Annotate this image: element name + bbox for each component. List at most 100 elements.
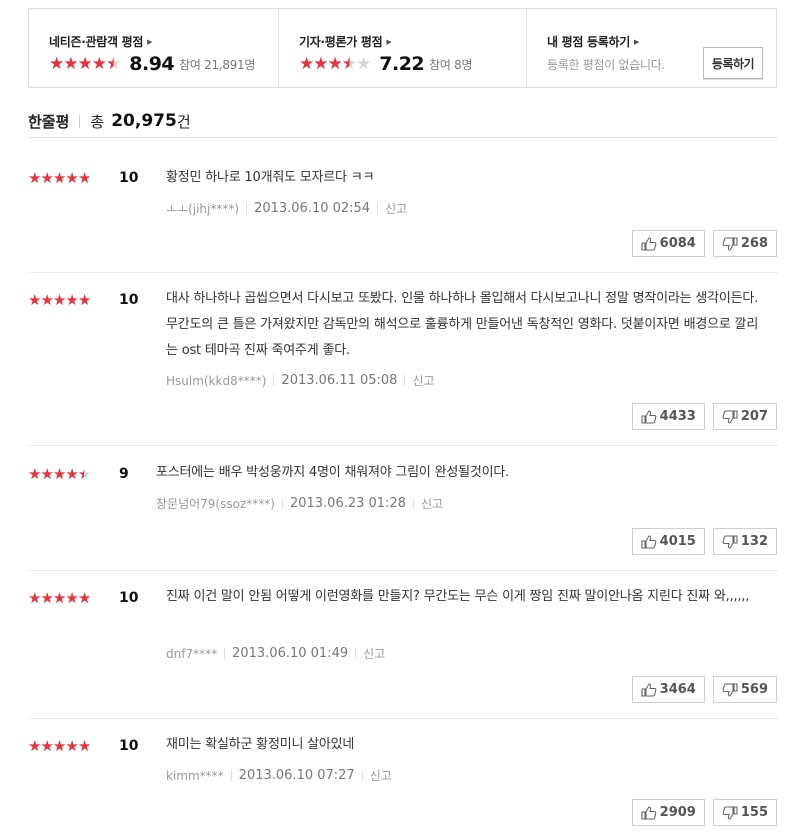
review-star-rating: ★★★★★	[28, 291, 91, 309]
my-score-title: 내 평점 등록하기	[547, 35, 630, 49]
thumbs-up-icon	[641, 682, 657, 697]
report-link[interactable]: 신고	[412, 372, 434, 389]
like-button[interactable]: 4015	[631, 528, 705, 555]
report-link[interactable]: 신고	[370, 767, 392, 784]
my-score-description: 등록한 평점이 없습니다.	[547, 58, 665, 72]
dislike-button[interactable]: 155	[712, 799, 777, 826]
review-score: 9	[119, 466, 129, 482]
chevron-right-icon: ▶	[633, 37, 640, 46]
dislike-button[interactable]: 132	[712, 528, 777, 555]
review-text: 황정민 하나로 10개줘도 모자르다 ㅋㅋ	[166, 170, 375, 185]
review-date: 2013.06.10 07:27	[238, 768, 355, 783]
dislike-count: 132	[740, 534, 768, 549]
critic-star-rating: ★★★★★	[299, 54, 371, 74]
review-text: 대사 하나하나 곱씹으면서 다시보고 또봤다. 인물 하나하나 몰입해서 다시보…	[166, 291, 759, 358]
star-icon: ★	[77, 169, 91, 187]
star-icon: ★	[77, 737, 91, 755]
review-text: 진짜 이건 말이 안됨 어떻게 이런영화를 만들지? 무간도는 무슨 이게 짱임…	[166, 589, 750, 604]
critic-score-section: 기자·평론가 평점 ▶ ★★★★★ 7.22 참여 8명	[278, 9, 526, 87]
report-link[interactable]: 신고	[421, 495, 443, 512]
review-meta: dnf7**** 2013.06.10 01:49 신고	[166, 645, 385, 662]
vote-buttons: 4433 207	[631, 403, 777, 430]
audience-score-value: 8.94	[129, 53, 175, 75]
star-icon: ★	[52, 169, 66, 187]
dislike-button[interactable]: 207	[712, 403, 777, 430]
star-icon: ★	[341, 54, 357, 74]
review-item: ★★★★★ 10 대사 하나하나 곱씹으면서 다시보고 또봤다. 인물 하나하나…	[28, 273, 777, 446]
like-button[interactable]: 2909	[631, 799, 705, 826]
star-icon: ★	[40, 465, 53, 483]
report-link[interactable]: 신고	[385, 200, 407, 217]
star-icon: ★	[77, 54, 93, 74]
like-button[interactable]: 4433	[631, 403, 705, 430]
thumbs-up-icon	[641, 409, 657, 424]
star-icon: ★	[28, 465, 41, 483]
star-icon: ★	[63, 54, 78, 74]
review-author[interactable]: Hsulm(kkd8****)	[166, 374, 266, 388]
review-author[interactable]: ㅗㅗ(jihj****)	[166, 200, 239, 217]
review-item: ★★★★★ 10 재미는 확실하군 황정미니 살아있네 kimm**** 201…	[28, 719, 777, 833]
star-icon: ★	[65, 589, 78, 607]
star-icon: ★	[40, 589, 53, 607]
audience-star-rating: ★★★★★	[49, 54, 121, 74]
star-icon: ★	[356, 54, 371, 74]
register-score-button[interactable]: 등록하기	[703, 47, 763, 79]
review-meta: kimm**** 2013.06.10 07:27 신고	[166, 767, 392, 784]
star-icon: ★	[52, 465, 66, 483]
review-date: 2013.06.10 02:54	[254, 201, 371, 216]
like-button[interactable]: 6084	[631, 230, 705, 257]
vote-buttons: 6084 268	[631, 230, 777, 257]
audience-participants: 참여 21,891명	[179, 57, 256, 72]
star-icon: ★	[65, 737, 78, 755]
critic-score-link[interactable]: 기자·평론가 평점 ▶	[299, 33, 392, 50]
star-icon: ★	[28, 169, 41, 187]
review-author[interactable]: kimm****	[166, 769, 224, 783]
review-star-rating: ★★★★★	[28, 589, 91, 607]
my-score-section: 내 평점 등록하기 ▶ 등록한 평점이 없습니다. 등록하기	[526, 9, 776, 87]
dislike-count: 268	[740, 236, 768, 251]
dislike-button[interactable]: 569	[712, 676, 777, 703]
audience-score-link[interactable]: 네티즌·관람객 평점 ▶	[49, 33, 152, 50]
score-summary-box: 네티즌·관람객 평점 ▶ ★★★★★ 8.94 참여 21,891명 기자·평론…	[28, 8, 777, 88]
review-score: 10	[119, 170, 139, 186]
like-button[interactable]: 3464	[631, 676, 705, 703]
review-author[interactable]: 창문넘어79(ssoz****)	[156, 495, 275, 512]
thumbs-down-icon	[722, 236, 738, 251]
dislike-count: 569	[740, 682, 768, 697]
count-unit: 건	[176, 112, 191, 131]
my-score-link[interactable]: 내 평점 등록하기 ▶	[547, 33, 639, 50]
star-icon: ★	[28, 589, 41, 607]
review-date: 2013.06.23 01:28	[289, 496, 406, 511]
thumbs-down-icon	[722, 534, 738, 549]
review-meta: Hsulm(kkd8****) 2013.06.11 05:08 신고	[166, 372, 435, 389]
review-meta: 창문넘어79(ssoz****) 2013.06.23 01:28 신고	[156, 495, 443, 512]
review-text: 포스터에는 배우 박성웅까지 4명이 채워져야 그림이 완성될것이다.	[156, 465, 510, 480]
header-divider	[79, 114, 81, 128]
star-icon: ★	[313, 54, 328, 74]
star-icon: ★	[91, 54, 107, 74]
review-list-header: 한줄평 총 20,975 건	[28, 105, 777, 138]
review-date: 2013.06.10 01:49	[232, 646, 349, 661]
review-item: ★★★★★ 10 황정민 하나로 10개줘도 모자르다 ㅋㅋ ㅗㅗ(jihj**…	[28, 139, 777, 273]
thumbs-up-icon	[641, 534, 657, 549]
review-score: 10	[119, 292, 139, 308]
report-link[interactable]: 신고	[363, 645, 385, 662]
star-icon: ★	[327, 54, 343, 74]
star-icon: ★	[299, 54, 314, 74]
critic-participants: 참여 8명	[429, 57, 473, 72]
star-icon: ★	[77, 465, 91, 483]
like-count: 4433	[659, 409, 696, 424]
star-icon: ★	[77, 589, 91, 607]
review-author[interactable]: dnf7****	[166, 647, 217, 661]
chevron-right-icon: ▶	[147, 37, 153, 46]
critic-score-value: 7.22	[379, 53, 425, 75]
thumbs-down-icon	[722, 682, 738, 697]
critic-score-title: 기자·평론가 평점	[299, 35, 383, 49]
review-item: ★★★★★ 9 포스터에는 배우 박성웅까지 4명이 채워져야 그림이 완성될것…	[28, 446, 777, 571]
dislike-button[interactable]: 268	[712, 230, 777, 257]
star-icon: ★	[106, 54, 121, 74]
star-icon: ★	[40, 737, 53, 755]
review-section-title: 한줄평	[28, 112, 70, 131]
vote-buttons: 4015 132	[631, 528, 777, 555]
like-count: 6084	[659, 236, 696, 251]
